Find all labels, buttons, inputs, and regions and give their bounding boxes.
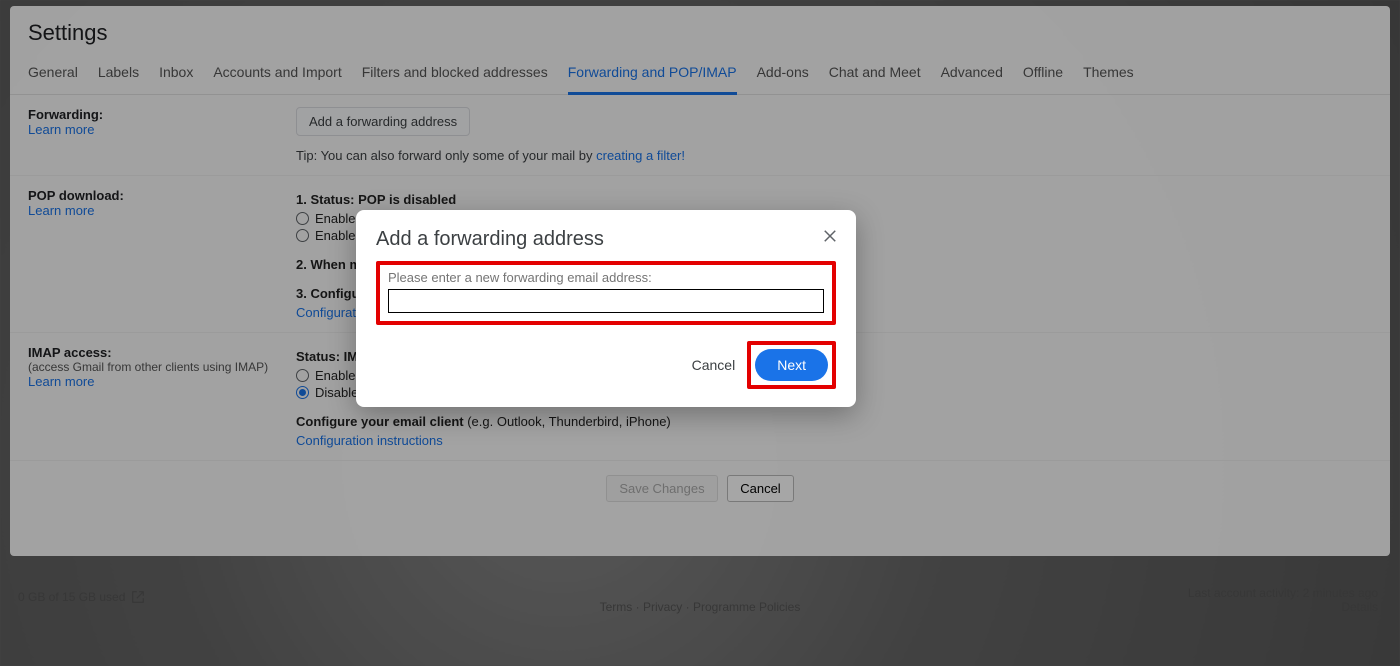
dialog-actions: Cancel Next (376, 341, 836, 389)
close-icon[interactable] (818, 224, 842, 248)
dialog-cancel-button[interactable]: Cancel (692, 357, 736, 373)
dialog-prompt: Please enter a new forwarding email addr… (388, 270, 824, 285)
forwarding-email-input[interactable] (388, 289, 824, 313)
highlight-next: Next (747, 341, 836, 389)
dialog-title: Add a forwarding address (376, 228, 836, 251)
add-forwarding-dialog: Add a forwarding address Please enter a … (356, 210, 856, 407)
dialog-next-button[interactable]: Next (755, 349, 828, 381)
highlight-input-area: Please enter a new forwarding email addr… (376, 261, 836, 325)
